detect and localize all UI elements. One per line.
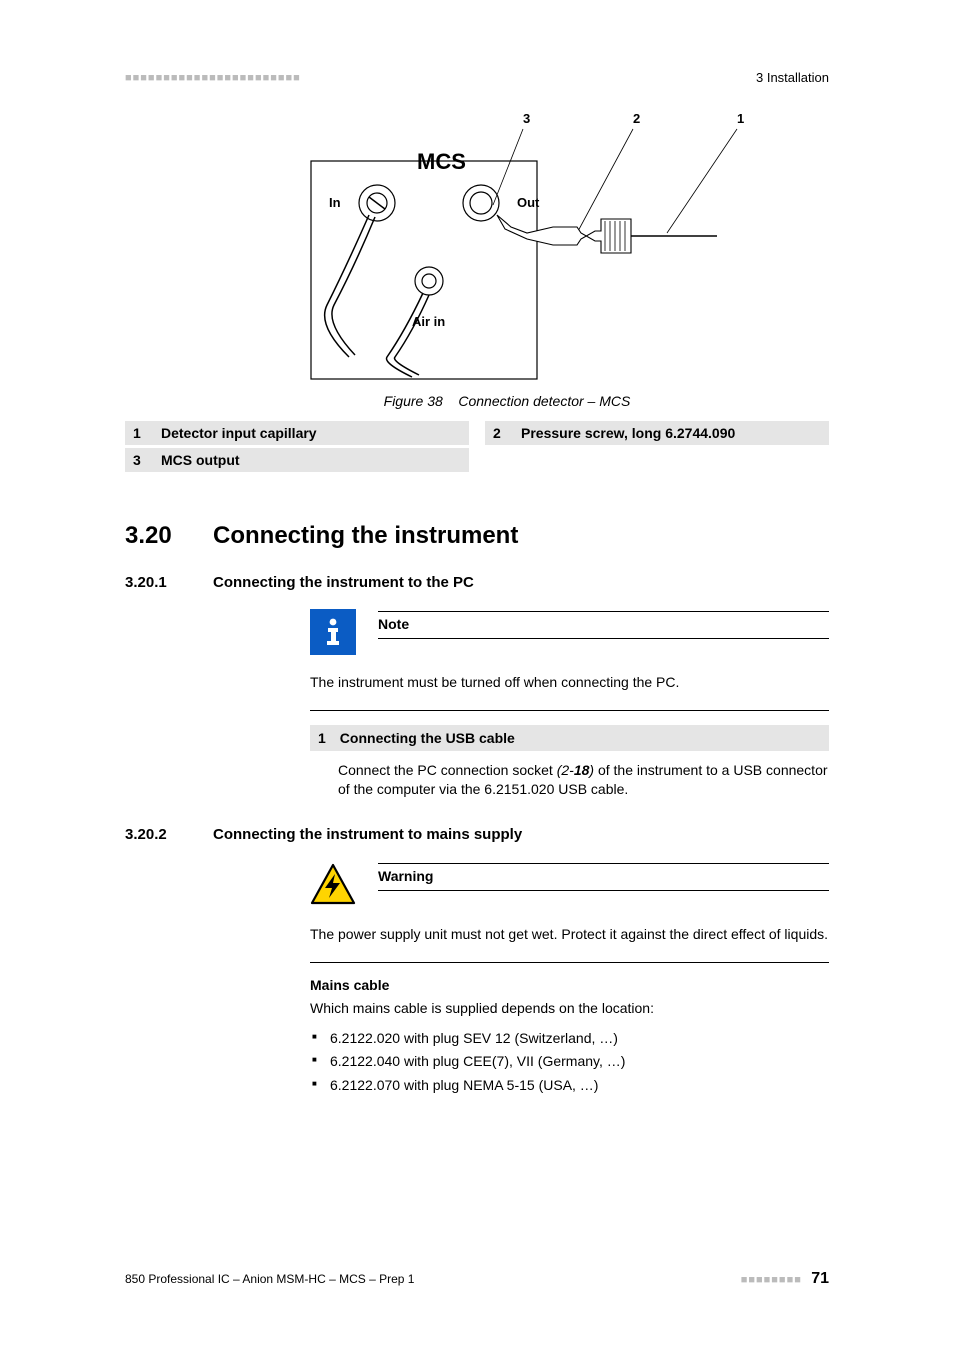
step-header: 1 Connecting the USB cable bbox=[310, 725, 829, 751]
page-header: ■■■■■■■■■■■■■■■■■■■■■■■ 3 Installation bbox=[125, 70, 829, 85]
heading-title: Connecting the instrument bbox=[213, 522, 518, 550]
cable-list: 6.2122.020 with plug SEV 12 (Switzerland… bbox=[310, 1027, 829, 1098]
step-body: Connect the PC connection socket (2-18) … bbox=[338, 761, 829, 800]
figure-caption-prefix: Figure 38 bbox=[384, 393, 443, 409]
mains-intro: Which mains cable is supplied depends on… bbox=[310, 999, 829, 1019]
page-number: 71 bbox=[811, 1270, 829, 1287]
step-num: 1 bbox=[318, 730, 326, 746]
heading-num: 3.20.2 bbox=[125, 826, 185, 843]
info-icon bbox=[310, 609, 356, 655]
heading-3-20-1: 3.20.1 Connecting the instrument to the … bbox=[125, 574, 829, 591]
warning-box: Warning The power supply unit must not g… bbox=[310, 861, 829, 963]
warning-icon bbox=[310, 861, 356, 907]
header-dots-left: ■■■■■■■■■■■■■■■■■■■■■■■ bbox=[125, 72, 301, 84]
heading-title: Connecting the instrument to the PC bbox=[213, 574, 474, 591]
list-item: 6.2122.020 with plug SEV 12 (Switzerland… bbox=[310, 1027, 829, 1051]
warning-title: Warning bbox=[378, 868, 433, 884]
legend-item: 2 Pressure screw, long 6.2744.090 bbox=[485, 421, 829, 445]
legend-num: 1 bbox=[133, 425, 147, 441]
list-item: 6.2122.040 with plug CEE(7), VII (German… bbox=[310, 1050, 829, 1074]
note-box: Note The instrument must be turned off w… bbox=[310, 609, 829, 711]
list-item: 6.2122.070 with plug NEMA 5-15 (USA, …) bbox=[310, 1074, 829, 1098]
heading-num: 3.20 bbox=[125, 522, 185, 550]
legend-num: 2 bbox=[493, 425, 507, 441]
footer-left: 850 Professional IC – Anion MSM-HC – MCS… bbox=[125, 1272, 414, 1286]
legend-table: 1 Detector input capillary 2 Pressure sc… bbox=[125, 421, 829, 472]
legend-item: 1 Detector input capillary bbox=[125, 421, 469, 445]
figure-caption-text: Connection detector – MCS bbox=[458, 393, 630, 409]
warning-body: The power supply unit must not get wet. … bbox=[310, 925, 829, 944]
heading-3-20: 3.20 Connecting the instrument bbox=[125, 522, 829, 550]
heading-title: Connecting the instrument to mains suppl… bbox=[213, 826, 522, 843]
note-body: The instrument must be turned off when c… bbox=[310, 673, 829, 692]
heading-num: 3.20.1 bbox=[125, 574, 185, 591]
step-title: Connecting the USB cable bbox=[340, 730, 515, 746]
figure-diagram: 3 2 1 MCS In Out Air in bbox=[217, 105, 737, 385]
page-footer: 850 Professional IC – Anion MSM-HC – MCS… bbox=[125, 1270, 829, 1288]
figure-caption: Figure 38 Connection detector – MCS bbox=[185, 393, 829, 409]
heading-3-20-2: 3.20.2 Connecting the instrument to main… bbox=[125, 826, 829, 843]
mains-head: Mains cable bbox=[310, 977, 829, 993]
legend-text: MCS output bbox=[161, 452, 240, 468]
header-section: 3 Installation bbox=[756, 70, 829, 85]
footer-dots: ■■■■■■■■ bbox=[741, 1274, 802, 1286]
figure-svg bbox=[197, 105, 757, 385]
note-title: Note bbox=[378, 616, 409, 632]
legend-text: Pressure screw, long 6.2744.090 bbox=[521, 425, 735, 441]
legend-item: 3 MCS output bbox=[125, 448, 469, 472]
legend-num: 3 bbox=[133, 452, 147, 468]
legend-text: Detector input capillary bbox=[161, 425, 317, 441]
